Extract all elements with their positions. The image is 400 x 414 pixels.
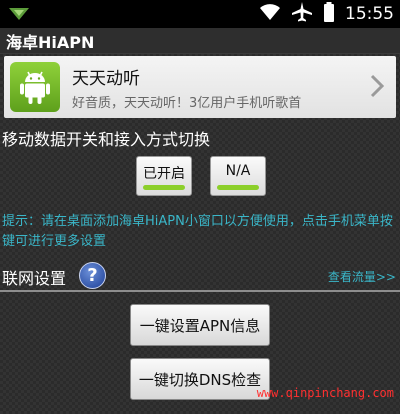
mobile-data-toggle-button[interactable]: 已开启 — [136, 156, 192, 196]
status-time: 15:55 — [345, 4, 394, 24]
chevron-right-icon[interactable] — [370, 74, 385, 102]
notification-triangle-icon — [8, 6, 30, 25]
hint-text: 提示：请在桌面添加海卓HiAPN小窗口以方便使用，点击手机菜单按键可进行更多设置 — [2, 214, 393, 249]
promo-banner[interactable]: 天天动听 好音质，天天动听！3亿用户手机听歌首 — [4, 56, 396, 118]
mobile-data-section-title: 移动数据开关和接入方式切换 — [2, 130, 211, 149]
status-icons: 15:55 — [259, 0, 394, 28]
android-icon — [10, 62, 60, 112]
banner-app-description: 好音质，天天动听！3亿用户手机听歌首 — [72, 96, 302, 111]
airplane-icon — [291, 1, 313, 27]
banner-app-title: 天天动听 — [72, 69, 140, 89]
status-bar: 15:55 — [0, 0, 400, 28]
view-traffic-link[interactable]: 查看流量>> — [328, 268, 396, 285]
toggle-indicator-bar — [143, 185, 185, 190]
mobile-data-toggle-label: 已开启 — [143, 166, 185, 182]
network-settings-title: 联网设置 — [2, 269, 67, 288]
app-title-bar: 海卓HiAPN — [0, 28, 400, 54]
switch-dns-button[interactable]: 一键切换DNS检查 — [130, 358, 270, 400]
wifi-icon — [259, 3, 281, 25]
set-apn-button[interactable]: 一键设置APN信息 — [130, 304, 270, 346]
access-mode-toggle-button[interactable]: N/A — [210, 156, 266, 196]
battery-icon — [323, 2, 335, 26]
access-mode-toggle-label: N/A — [225, 163, 251, 179]
watermark-text: www.qinpinchang.com — [256, 386, 394, 400]
help-icon[interactable]: ? — [79, 262, 106, 289]
network-settings-row: 联网设置 ? 查看流量>> — [2, 262, 398, 290]
app-title: 海卓HiAPN — [6, 32, 95, 52]
toggle-indicator-bar — [217, 185, 259, 190]
section-divider — [0, 290, 400, 292]
